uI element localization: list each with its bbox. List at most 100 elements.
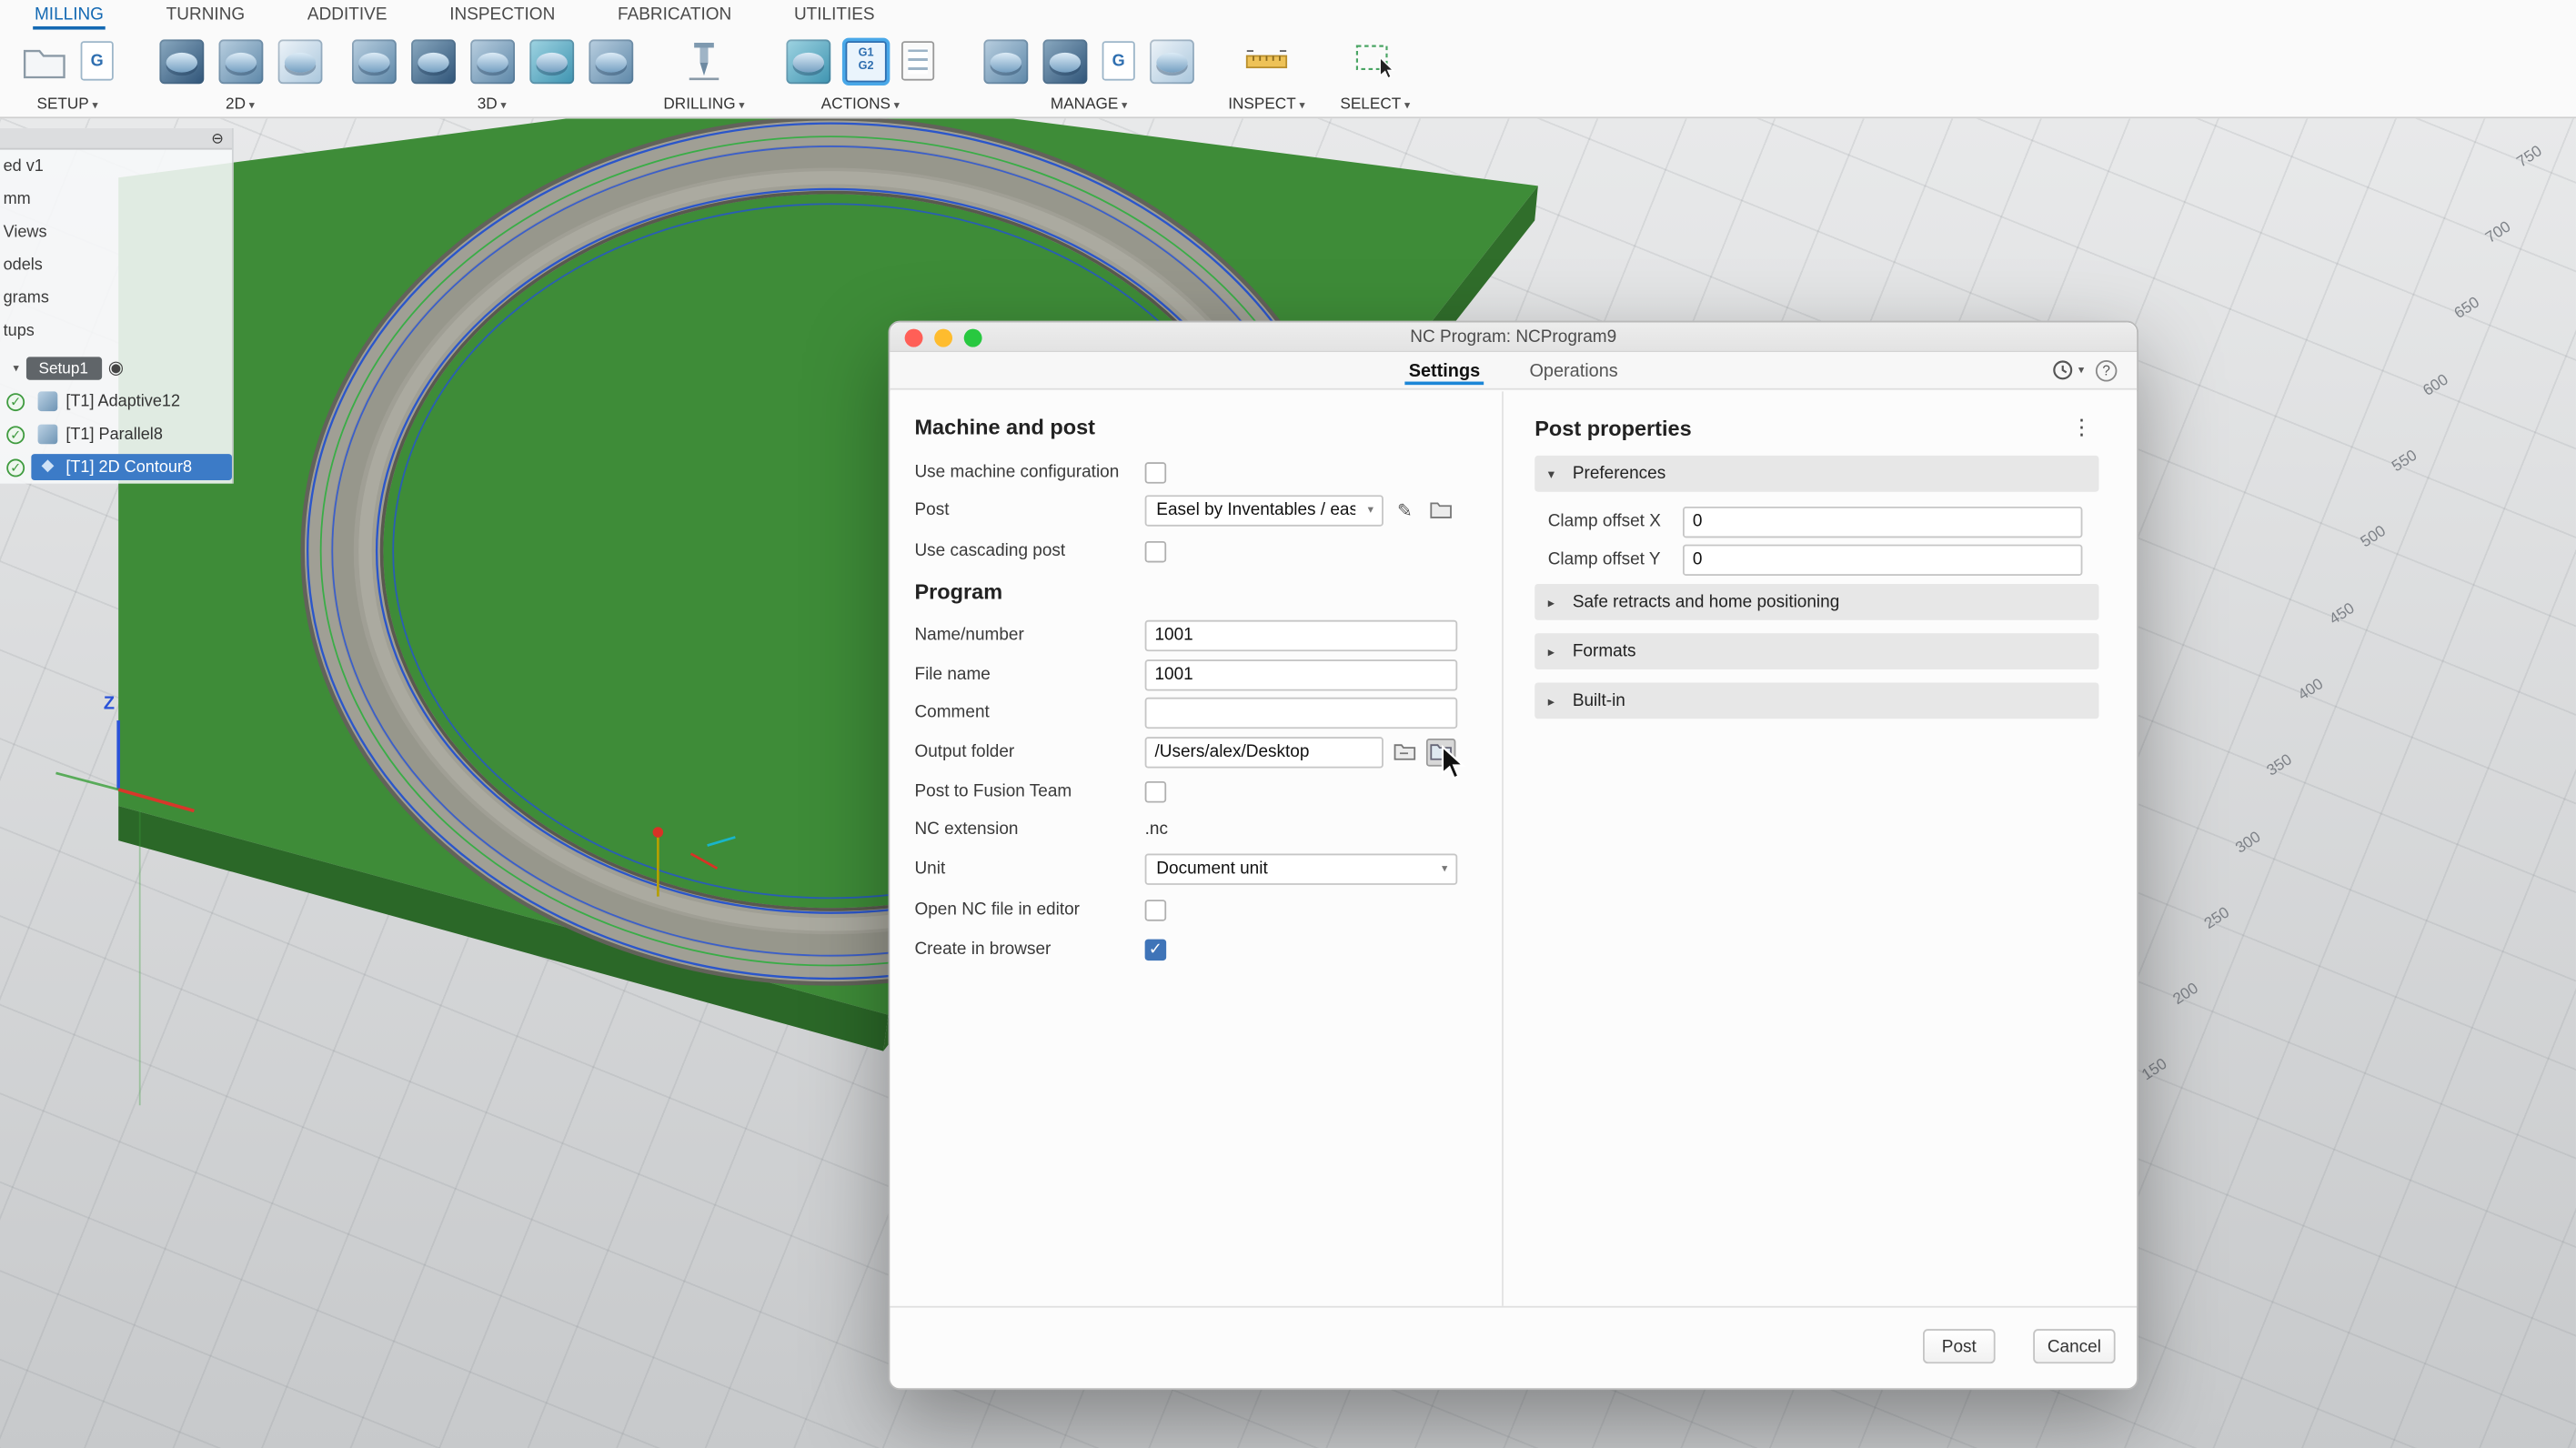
use-machine-configuration-checkbox[interactable]	[1144, 461, 1167, 483]
simulate-icon[interactable]	[786, 38, 831, 84]
browser-item-document[interactable]: ed v1	[0, 150, 232, 183]
group-label-actions[interactable]: ACTIONS ▾	[770, 96, 951, 114]
setup-sheet-icon[interactable]	[901, 41, 935, 81]
cam-manager-icon[interactable]	[1042, 38, 1088, 84]
post-process-icon[interactable]: G1 G2	[845, 40, 887, 82]
parallel-icon[interactable]	[469, 38, 515, 84]
operation-valid-icon: ✓	[6, 392, 25, 411]
scallop-icon[interactable]	[528, 38, 574, 84]
browse-output-folder-icon[interactable]	[1390, 738, 1420, 766]
triangle-right-icon: ▸	[1547, 643, 1555, 659]
adaptive-operation-icon	[37, 391, 58, 412]
dialog-titlebar[interactable]: NC Program: NCProgram9	[890, 322, 2138, 352]
measure-icon[interactable]	[1244, 38, 1289, 83]
tab-turning[interactable]: TURNING	[165, 2, 247, 30]
nc-doc-letter: G	[1112, 51, 1125, 70]
traffic-lights	[904, 328, 982, 347]
builtin-section-bar[interactable]: ▸ Built-in	[1535, 682, 2099, 719]
recent-posts-button[interactable]: ▾	[2052, 358, 2084, 381]
setup-target-icon[interactable]: ◉	[108, 358, 124, 377]
group-label-select[interactable]: SELECT ▾	[1329, 96, 1421, 114]
comment-input[interactable]	[1144, 696, 1458, 729]
post-library-folder-icon[interactable]	[1426, 496, 1456, 524]
output-folder-input[interactable]	[1144, 736, 1384, 768]
open-nc-file-checkbox[interactable]	[1144, 899, 1167, 920]
post-dropdown[interactable]: Easel by Inventables / eas ▾	[1144, 494, 1384, 526]
operation-2d-contour8-selected[interactable]: ✓ ◆ [T1] 2D Contour8	[0, 451, 232, 484]
post-to-fusion-team-checkbox[interactable]	[1144, 780, 1167, 802]
browser-item-programs[interactable]: grams	[0, 281, 232, 314]
help-icon[interactable]: ?	[2095, 359, 2118, 381]
new-setup-icon[interactable]	[22, 38, 66, 83]
post-icon-line1: G1	[858, 47, 874, 60]
field-label: Post to Fusion Team	[914, 780, 1072, 801]
unit-dropdown[interactable]: Document unit ▾	[1144, 852, 1458, 885]
chevron-down-icon: ▾	[248, 100, 255, 112]
field-label: Clamp offset Y	[1547, 549, 1661, 569]
zoom-window-button[interactable]	[963, 328, 982, 347]
setup-badge[interactable]: Setup1	[25, 357, 102, 380]
cancel-button[interactable]: Cancel	[2033, 1329, 2116, 1364]
browser-setup1[interactable]: ▾ Setup1 ◉	[0, 352, 232, 385]
2d-pocket-icon[interactable]	[217, 38, 263, 84]
group-label-3d[interactable]: 3D ▾	[342, 96, 641, 114]
operation-adaptive12[interactable]: ✓ [T1] Adaptive12	[0, 385, 232, 417]
name-number-input[interactable]	[1144, 618, 1458, 651]
drill-icon[interactable]	[682, 38, 727, 83]
tab-operations[interactable]: Operations	[1526, 357, 1622, 385]
adaptive-clearing-icon[interactable]	[351, 38, 396, 84]
file-name-input[interactable]	[1144, 659, 1458, 690]
expand-icon[interactable]: ▾	[13, 362, 18, 376]
browser-item-units[interactable]: mm	[0, 183, 232, 216]
new-nc-program-icon[interactable]: G	[80, 41, 114, 81]
tab-inspection[interactable]: INSPECTION	[448, 2, 557, 30]
tab-settings[interactable]: Settings	[1405, 357, 1484, 385]
collapse-panel-icon[interactable]: ⊖	[211, 129, 224, 147]
group-label-2d[interactable]: 2D ▾	[148, 96, 333, 114]
field-label: NC extension	[914, 819, 1019, 840]
tab-utilities[interactable]: UTILITIES	[792, 2, 876, 30]
group-label-inspect[interactable]: INSPECT ▾	[1223, 96, 1309, 114]
browser-item-setups[interactable]: tups	[0, 314, 232, 347]
field-label: Post	[914, 499, 950, 520]
kebab-menu-icon[interactable]: ⋮	[2065, 415, 2099, 441]
pocket-clearing-icon[interactable]	[410, 38, 456, 84]
tab-fabrication[interactable]: FABRICATION	[616, 2, 733, 30]
tab-milling[interactable]: MILLING	[33, 2, 106, 30]
templates-icon[interactable]	[1150, 38, 1194, 84]
operation-parallel8[interactable]: ✓ [T1] Parallel8	[0, 417, 232, 450]
group-label-manage[interactable]: MANAGE ▾	[974, 96, 1204, 114]
browser-item-models[interactable]: odels	[0, 248, 232, 281]
group-label-setup[interactable]: SETUP ▾	[10, 96, 126, 114]
clamp-offset-y-input[interactable]	[1682, 543, 2083, 576]
ramp-icon[interactable]	[588, 38, 633, 84]
2d-adaptive-icon[interactable]	[158, 38, 204, 84]
preferences-section-bar[interactable]: ▾ Preferences	[1535, 455, 2099, 492]
group-label-drilling[interactable]: DRILLING ▾	[661, 96, 747, 114]
2d-contour-icon[interactable]	[277, 38, 322, 84]
comment-row: Comment	[914, 694, 1482, 730]
create-in-browser-checkbox[interactable]: ✓	[1144, 938, 1167, 960]
chevron-down-icon: ▾	[92, 100, 98, 112]
chevron-down-icon: ▾	[739, 100, 745, 112]
safe-retracts-section-bar[interactable]: ▸ Safe retracts and home positioning	[1535, 583, 2099, 620]
tool-library-icon[interactable]	[983, 38, 1029, 84]
clamp-offset-x-input[interactable]	[1682, 506, 2083, 538]
use-machine-configuration-row: Use machine configuration	[914, 454, 1482, 490]
select-icon[interactable]	[1353, 38, 1397, 83]
chevron-down-icon: ▾	[1442, 863, 1448, 876]
tab-additive[interactable]: ADDITIVE	[306, 2, 388, 30]
group-inspect: INSPECT ▾	[1223, 30, 1309, 119]
nc-programs-icon[interactable]: G	[1102, 41, 1135, 81]
edit-post-icon[interactable]: ✎	[1390, 496, 1420, 524]
ribbon-groups: G SETUP ▾ 2D ▾ 3D ▾ DRILLING ▾ G1 G2 ACT…	[0, 30, 2576, 119]
post-button[interactable]: Post	[1923, 1329, 1996, 1364]
operation-label: [T1] Parallel8	[65, 425, 163, 444]
use-cascading-post-checkbox[interactable]	[1144, 540, 1167, 562]
minimize-window-button[interactable]	[934, 328, 953, 347]
close-window-button[interactable]	[904, 328, 923, 347]
browser-header[interactable]: ⊖	[0, 128, 232, 150]
formats-section-bar[interactable]: ▸ Formats	[1535, 633, 2099, 670]
browser-item-named-views[interactable]: Views	[0, 216, 232, 248]
dialog-body: Machine and post Use machine configurati…	[890, 391, 2138, 1306]
